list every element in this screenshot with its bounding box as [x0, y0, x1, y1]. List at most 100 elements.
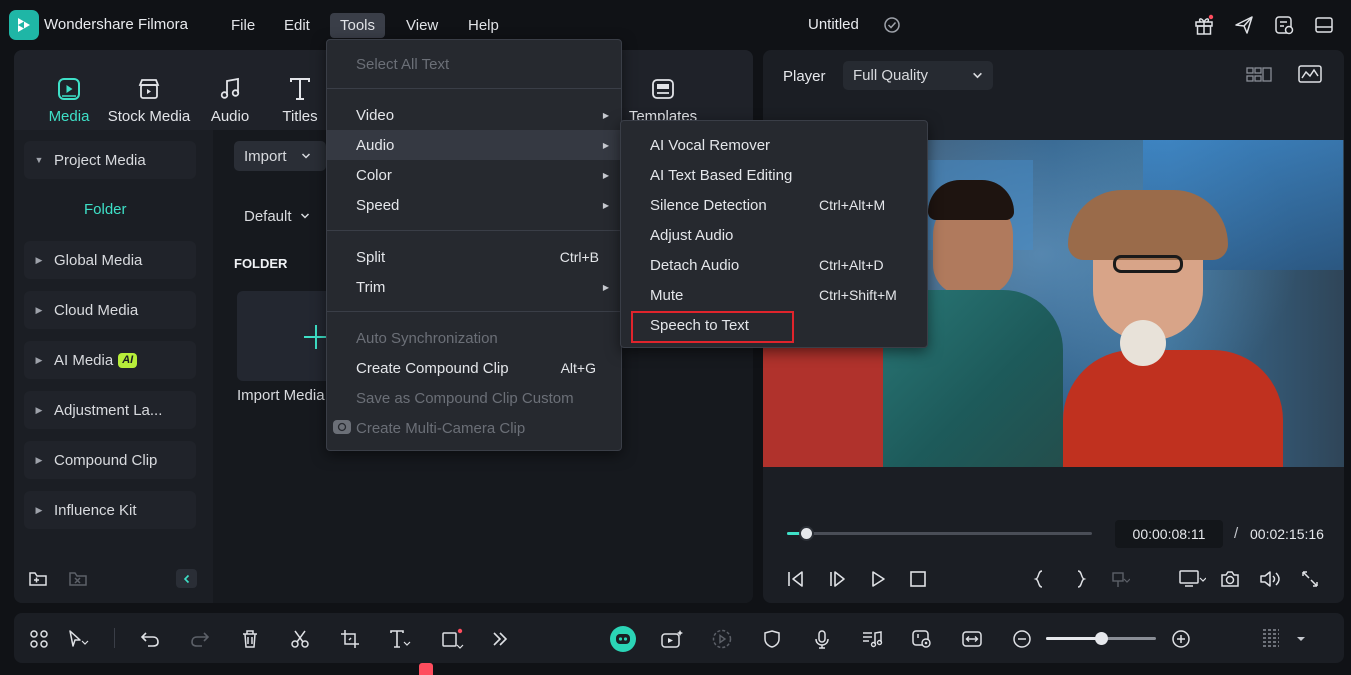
menu-item-trim[interactable]: Trim ▶: [327, 272, 621, 302]
track-options-icon[interactable]: [1259, 627, 1283, 651]
menu-item-video[interactable]: Video ▶: [327, 100, 621, 130]
zoom-in-icon[interactable]: [1169, 627, 1193, 651]
menu-tools[interactable]: Tools: [330, 13, 386, 38]
stop-icon[interactable]: [906, 567, 930, 591]
menu-item-ai-vocal-remover[interactable]: AI Vocal Remover: [621, 130, 927, 160]
import-dropdown[interactable]: Import: [234, 141, 326, 171]
tools-menu: Select All Text Video ▶ Audio ▶ Color ▶ …: [326, 39, 622, 451]
sidebar-item-label: Project Media: [54, 151, 146, 169]
mark-out-icon[interactable]: [1068, 567, 1092, 591]
crop-icon[interactable]: [338, 627, 362, 651]
undo-icon[interactable]: [138, 627, 162, 651]
more-tools-icon[interactable]: [488, 627, 512, 651]
zoom-out-icon[interactable]: [1010, 627, 1034, 651]
menu-item-label: Detach Audio: [650, 256, 740, 274]
menu-view[interactable]: View: [396, 13, 448, 38]
select-tool-icon[interactable]: [66, 627, 90, 651]
split-scissors-icon[interactable]: [288, 627, 312, 651]
import-label: Import: [244, 147, 287, 165]
sidebar-item-influence-kit[interactable]: ▶ Influence Kit: [24, 491, 196, 529]
new-folder-icon[interactable]: [28, 569, 48, 589]
previous-frame-icon[interactable]: [784, 567, 808, 591]
timeline-playhead[interactable]: [419, 663, 433, 675]
current-time[interactable]: 00:00:08:11: [1115, 520, 1223, 548]
submenu-arrow-icon: ▶: [602, 110, 609, 120]
text-tool-icon[interactable]: [388, 627, 412, 651]
sidebar-item-folder[interactable]: Folder: [84, 201, 127, 218]
notes-icon[interactable]: [1271, 12, 1297, 38]
delete-icon[interactable]: [238, 627, 262, 651]
zoom-slider-knob[interactable]: [1095, 632, 1108, 645]
menu-item-shortcut: Ctrl+Shift+M: [819, 287, 897, 303]
menu-help[interactable]: Help: [458, 13, 509, 38]
sidebar-item-compound-clip[interactable]: ▶ Compound Clip: [24, 441, 196, 479]
next-frame-icon[interactable]: [826, 567, 850, 591]
menu-item-split[interactable]: Split Ctrl+B: [327, 242, 621, 272]
caret-right-icon: ▶: [35, 404, 43, 415]
menu-item-create-multi-camera-clip: Create Multi-Camera Clip: [327, 413, 621, 443]
menu-item-mute[interactable]: Mute Ctrl+Shift+M: [621, 280, 927, 310]
menu-item-ai-text-based-editing[interactable]: AI Text Based Editing: [621, 160, 927, 190]
submenu-arrow-icon: ▶: [602, 140, 609, 150]
menu-item-silence-detection[interactable]: Silence Detection Ctrl+Alt+M: [621, 190, 927, 220]
app-name: Wondershare Filmora: [44, 16, 188, 33]
collapse-sidebar-button[interactable]: [176, 569, 197, 588]
menu-item-shortcut: Alt+G: [560, 360, 596, 376]
tab-templates[interactable]: Templates: [626, 72, 700, 125]
caret-right-icon: ▶: [35, 354, 43, 365]
shape-tool-icon[interactable]: [440, 627, 464, 651]
mask-shield-icon[interactable]: [760, 627, 784, 651]
menu-item-color[interactable]: Color ▶: [327, 160, 621, 190]
play-icon[interactable]: [866, 567, 890, 591]
snapshot-icon[interactable]: [1218, 567, 1242, 591]
insert-marker-icon: [1108, 567, 1132, 591]
tab-audio[interactable]: Audio: [207, 72, 253, 125]
sidebar-item-adjustment-layer[interactable]: ▶ Adjustment La...: [24, 391, 196, 429]
fullscreen-icon[interactable]: [1298, 567, 1322, 591]
menu-item-label: Split: [356, 248, 386, 266]
audio-list-icon[interactable]: [860, 627, 884, 651]
menu-item-create-compound-clip[interactable]: Create Compound Clip Alt+G: [327, 353, 621, 383]
gift-icon[interactable]: [1191, 12, 1217, 38]
ai-video-icon[interactable]: [660, 627, 684, 651]
sidebar-item-global-media[interactable]: ▶ Global Media: [24, 241, 196, 279]
redo-icon: [188, 627, 212, 651]
menu-edit[interactable]: Edit: [274, 13, 320, 38]
sort-dropdown[interactable]: Default: [234, 201, 322, 231]
caret-down-icon[interactable]: [1289, 627, 1313, 651]
grid-view-icon[interactable]: [1246, 65, 1272, 87]
menu-item-detach-audio[interactable]: Detach Audio Ctrl+Alt+D: [621, 250, 927, 280]
submenu-arrow-icon: ▶: [602, 200, 609, 210]
quality-select[interactable]: Full Quality: [843, 61, 993, 90]
microphone-icon[interactable]: [810, 627, 834, 651]
ai-robot-icon[interactable]: [610, 626, 636, 652]
tab-stock-media[interactable]: Stock Media: [107, 72, 191, 125]
menu-item-speed[interactable]: Speed ▶: [327, 190, 621, 220]
sidebar-item-label: Compound Clip: [54, 451, 158, 469]
menu-item-label: AI Vocal Remover: [650, 136, 771, 154]
sidebar-item-project-media[interactable]: ▼ Project Media: [24, 141, 196, 179]
fit-width-icon[interactable]: [960, 627, 984, 651]
tab-titles[interactable]: Titles: [278, 72, 322, 125]
music-note-icon: [207, 72, 253, 102]
ai-badge: AI: [118, 352, 138, 368]
progress-track[interactable]: [787, 532, 1092, 535]
menu-file[interactable]: File: [221, 13, 265, 38]
display-settings-icon[interactable]: [1177, 567, 1207, 591]
mark-in-icon[interactable]: [1028, 567, 1052, 591]
sidebar-item-ai-media[interactable]: ▶ AI Media AI: [24, 341, 196, 379]
progress-knob[interactable]: [798, 526, 814, 541]
tab-media[interactable]: Media: [42, 72, 96, 125]
titles-icon: [278, 72, 322, 102]
menu-item-adjust-audio[interactable]: Adjust Audio: [621, 220, 927, 250]
sidebar-item-cloud-media[interactable]: ▶ Cloud Media: [24, 291, 196, 329]
layout-grid-icon[interactable]: [27, 627, 51, 651]
scope-icon[interactable]: [1298, 64, 1324, 86]
total-time: 00:02:15:16: [1250, 526, 1324, 542]
import-media-tile[interactable]: [237, 291, 337, 381]
speech-caption-icon[interactable]: [910, 627, 934, 651]
layout-icon[interactable]: [1311, 12, 1337, 38]
menu-item-audio[interactable]: Audio ▶: [327, 130, 621, 160]
volume-icon[interactable]: [1258, 567, 1282, 591]
send-icon[interactable]: [1231, 12, 1257, 38]
